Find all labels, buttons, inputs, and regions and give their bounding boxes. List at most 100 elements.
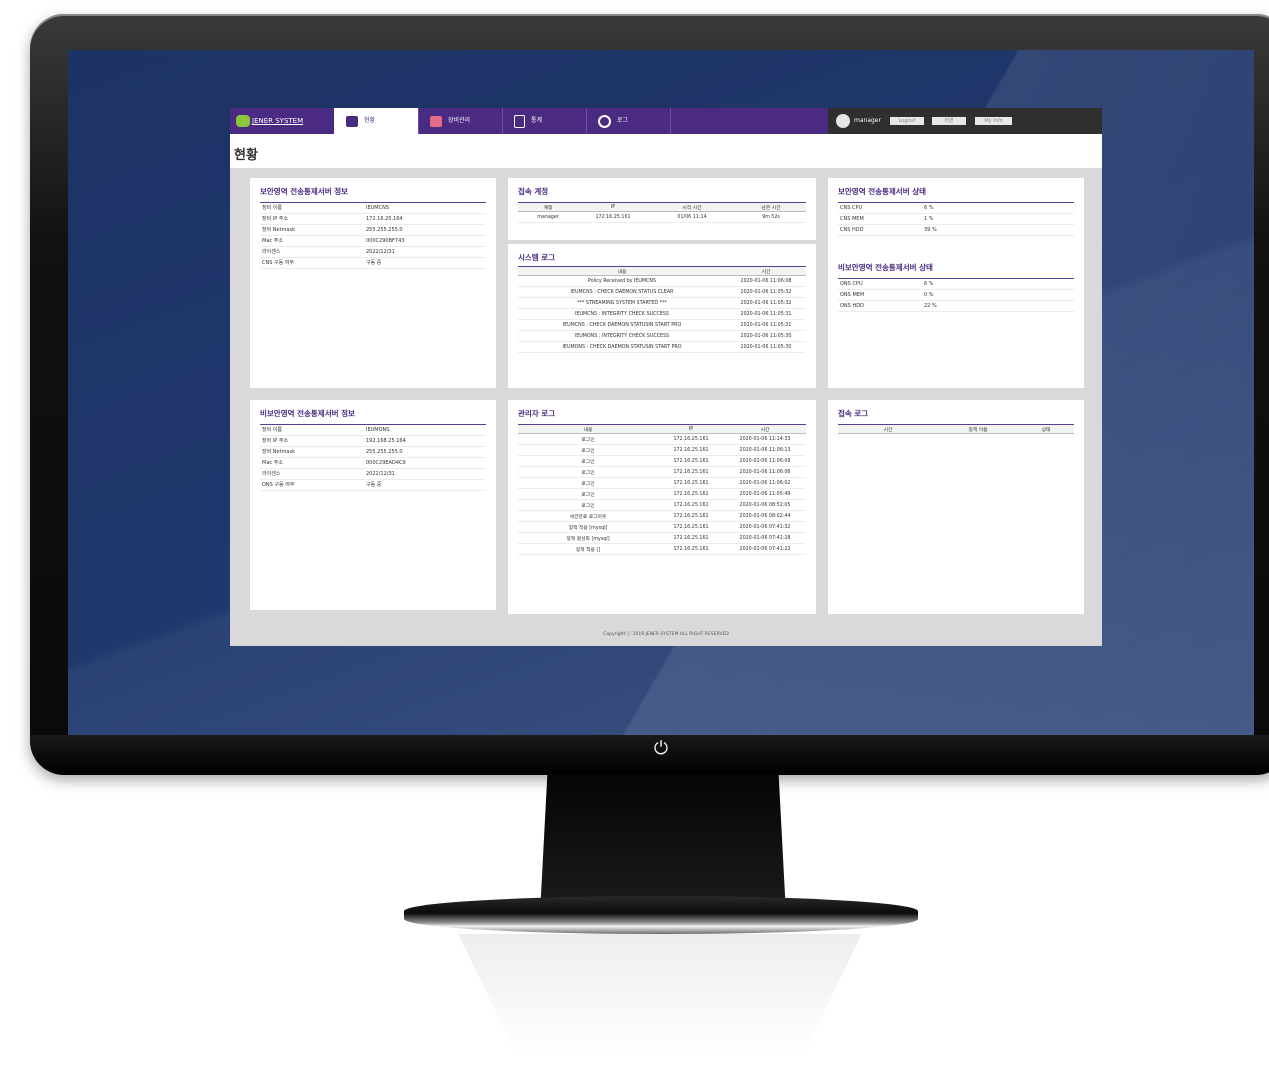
status-row: CNS CPU 6 % bbox=[838, 203, 1074, 214]
table-cell: manager bbox=[518, 211, 578, 223]
table-row: manager 172.16.25.161 01/06 11:14 9m 52s bbox=[518, 211, 806, 223]
access-account-panel: 접속 계정 계정 IP 시작 시간 남은 시간 manager 172.16.2… bbox=[508, 178, 816, 240]
table-cell: 2020-01-06 08:02:44 bbox=[724, 510, 806, 522]
col-header: 남은 시간 bbox=[736, 202, 806, 212]
tab-label: 통계 bbox=[531, 117, 543, 124]
status-row: ONS MEM 0 % bbox=[838, 290, 1074, 301]
table-cell: 172.16.25.161 bbox=[658, 455, 724, 467]
table-cell: 로그인 bbox=[518, 499, 658, 511]
table-cell: 2020-01-06 07:41:32 bbox=[724, 521, 806, 533]
table-cell: 172.16.25.161 bbox=[658, 433, 724, 445]
system-log-panel: 시스템 로그 내용 시간 Policy Received by IEUMCNS 2… bbox=[508, 244, 816, 388]
info-value: 255.255.255.0 bbox=[366, 227, 403, 233]
info-key: Mac 주소 bbox=[262, 238, 283, 244]
info-value: 구동 중 bbox=[366, 482, 382, 488]
info-value: 2022/12/31 bbox=[366, 249, 395, 255]
tab-status[interactable]: 현황 bbox=[334, 108, 418, 134]
tab-label: 현황 bbox=[364, 117, 376, 124]
page-title: 현황 bbox=[234, 148, 258, 163]
tab-statistics[interactable]: 통계 bbox=[502, 108, 586, 134]
status-value: 6 % bbox=[924, 281, 934, 287]
col-header: IP bbox=[658, 424, 724, 434]
table-row: 정책 적용 [mysql] 172.16.25.161 2020-01-06 07:… bbox=[518, 521, 806, 533]
my-info-button[interactable]: My Info bbox=[975, 117, 1012, 125]
admin-log-panel: 관리자 로그 내용 IP 시간 로그인 172.16.25.161 2020-01-… bbox=[508, 400, 816, 614]
table-cell: 2020-01-06 11:05:31 bbox=[726, 308, 806, 320]
info-row: CNS 구동 여부 구동 중 bbox=[260, 258, 486, 269]
power-icon[interactable]: ⏻ bbox=[651, 739, 671, 759]
logout-button[interactable]: Logout bbox=[890, 117, 924, 125]
info-value: 2022/12/31 bbox=[366, 471, 395, 477]
table-row: *** STREAMING SYSTEM STARTED *** 2020-01-… bbox=[518, 297, 806, 309]
password-button[interactable]: 비번 bbox=[932, 117, 966, 125]
table-cell: Policy Received by IEUMCNS bbox=[518, 275, 726, 287]
info-key: 장비 IP 주소 bbox=[262, 438, 289, 444]
info-key: 장비 이름 bbox=[262, 205, 282, 211]
status-value: 22 % bbox=[924, 303, 937, 309]
table-cell: IEUMONS : INTEGRITY CHECK SUCCESS bbox=[518, 330, 726, 342]
table-cell: 9m 52s bbox=[736, 211, 806, 223]
table-cell: 2020-01-06 11:05:32 bbox=[726, 297, 806, 309]
table-cell: 172.16.25.161 bbox=[658, 510, 724, 522]
status-key: CNS HDD bbox=[840, 227, 864, 233]
brand-logo[interactable]: JENER SYSTEM bbox=[236, 114, 303, 128]
status-value: 6 % bbox=[924, 205, 934, 211]
table-header: 계정 IP 시작 시간 남은 시간 bbox=[518, 202, 806, 212]
nonsecure-info-table: 장비 이름 IEUMONS 장비 IP 주소 192.168.25.164 장비 N… bbox=[260, 424, 486, 491]
col-header: IP bbox=[578, 202, 648, 212]
table-cell: 정책 적용 [] bbox=[518, 543, 658, 555]
table-row: IEUMONS : INTEGRITY CHECK SUCCESS 2020-01… bbox=[518, 330, 806, 342]
table-row: IEUMONS : CHECK DAEMON STATUSIN START PR… bbox=[518, 341, 806, 353]
info-key: 라이센스 bbox=[262, 249, 281, 255]
user-avatar-icon[interactable] bbox=[836, 114, 850, 128]
monitor-chin bbox=[30, 735, 1269, 775]
floor-reflection bbox=[458, 934, 862, 1054]
info-row: 장비 이름 IEUMONS bbox=[260, 425, 486, 436]
status-key: ONS MEM bbox=[840, 292, 865, 298]
table-cell: 2020-01-06 11:05:49 bbox=[724, 488, 806, 500]
access-log-panel: 접속 로그 시간 정책 이름 상태 bbox=[828, 400, 1084, 614]
table-row: 로그인 172.16.25.161 2020-01-06 11:14:33 bbox=[518, 433, 806, 445]
secure-info-table: 장비 이름 IEUMCNS 장비 IP 주소 172.16.25.164 장비 Ne… bbox=[260, 202, 486, 269]
tab-device-management[interactable]: 장비관리 bbox=[418, 108, 502, 134]
panel-title: 관리자 로그 bbox=[518, 409, 556, 418]
col-header: 시작 시간 bbox=[648, 202, 736, 212]
info-value: 255.255.255.0 bbox=[366, 449, 403, 455]
table-row: 로그인 172.16.25.161 2020-01-06 11:06:09 bbox=[518, 455, 806, 467]
table-cell: 172.16.25.161 bbox=[658, 444, 724, 456]
tab-label: 로그 bbox=[617, 117, 629, 124]
info-key: ONS 구동 여부 bbox=[262, 482, 295, 488]
table-cell: 2020-01-06 11:06:09 bbox=[724, 455, 806, 467]
copyright-footer: Copyright ⓒ 2019 JENER SYSTEM ALL RIGHT … bbox=[603, 632, 729, 637]
secure-status-table: CNS CPU 6 % CNS MEM 1 % CNS HDD 39 % bbox=[838, 202, 1074, 236]
table-cell: 2020-01-06 11:05:31 bbox=[726, 319, 806, 331]
status-key: ONS CPU bbox=[840, 281, 863, 287]
table-cell: 정책 활성화 [mysql] bbox=[518, 532, 658, 544]
info-key: 장비 이름 bbox=[262, 427, 282, 433]
table-cell: 172.16.25.161 bbox=[658, 521, 724, 533]
tab-log[interactable]: 로그 bbox=[586, 108, 670, 134]
status-value: 0 % bbox=[924, 292, 934, 298]
panel-title: 보안영역 전송통제서버 정보 bbox=[260, 187, 349, 196]
document-icon bbox=[514, 114, 525, 128]
panel-title: 비보안영역 전송통제서버 정보 bbox=[260, 409, 355, 418]
table-row: 로그인 172.16.25.161 2020-01-06 08:52:05 bbox=[518, 499, 806, 511]
table-row: 로그인 172.16.25.161 2020-01-06 11:05:49 bbox=[518, 488, 806, 500]
table-header: 내용 IP 시간 bbox=[518, 424, 806, 434]
table-cell: 2020-01-06 11:05:30 bbox=[726, 341, 806, 353]
col-header: 시간 bbox=[838, 424, 938, 434]
bar-chart-icon bbox=[346, 115, 358, 127]
table-cell: IEUMCNS : CHECK DAEMON STATUSIN START PR… bbox=[518, 319, 726, 331]
table-row: IEUMCNS : INTEGRITY CHECK SUCCESS 2020-01… bbox=[518, 308, 806, 320]
info-value: 172.16.25.164 bbox=[366, 216, 403, 222]
table-cell: 로그인 bbox=[518, 455, 658, 467]
clock-icon bbox=[598, 114, 611, 128]
table-header: 내용 시간 bbox=[518, 266, 806, 276]
status-key: ONS HDD bbox=[840, 303, 864, 309]
info-row: 장비 IP 주소 172.16.25.164 bbox=[260, 214, 486, 225]
access-account-table: 계정 IP 시작 시간 남은 시간 manager 172.16.25.161 … bbox=[518, 202, 806, 223]
info-key: Mac 주소 bbox=[262, 460, 283, 466]
panel-subtitle: 비보안영역 전송통제서버 상태 bbox=[838, 263, 933, 272]
info-value: 000C290BF743 bbox=[366, 238, 405, 244]
table-cell: IEUMCNS : CHECK DAEMON STATUS CLEAR bbox=[518, 286, 726, 298]
